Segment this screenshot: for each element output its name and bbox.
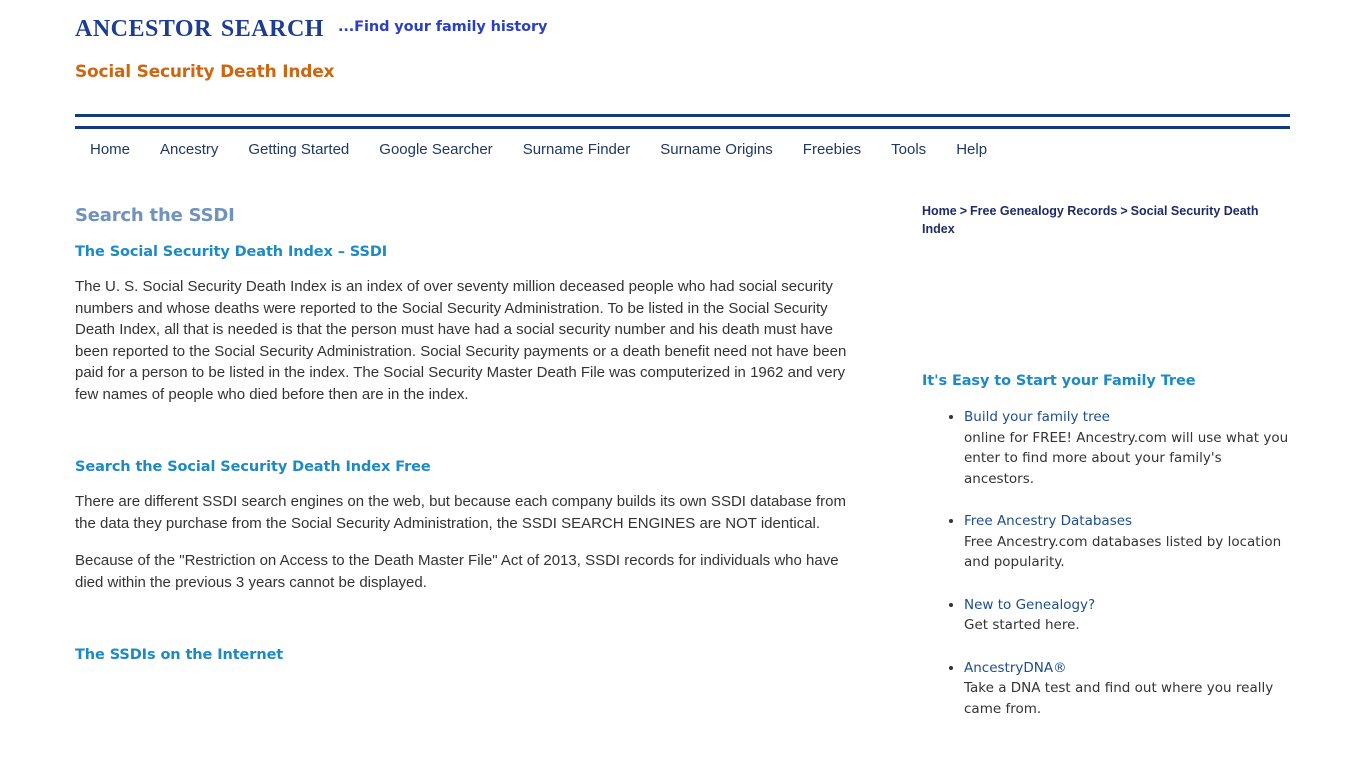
nav-item-surname-origins[interactable]: Surname Origins [645, 138, 788, 162]
promo-link-build-family-tree[interactable]: Build your family tree [964, 409, 1110, 425]
primary-nav: Home Ancestry Getting Started Google Search… [75, 138, 1290, 164]
promo-desc-ancestrydna: Take a DNA test and find out where you r… [964, 680, 1274, 717]
promo-desc-free-ancestry-databases: Free Ancestry.com databases listed by lo… [964, 533, 1282, 571]
site-logo[interactable]: Ancestor Search ...Find your family histo… [75, 6, 548, 46]
promo-link-free-ancestry-databases[interactable]: Free Ancestry Databases [964, 513, 1132, 529]
section-heading-search-free: Search the Social Security Death Index F… [75, 459, 431, 475]
main-content: Search the SSDI The Social Security Deat… [75, 205, 865, 679]
page-subtitle: Social Security Death Index [75, 62, 335, 82]
breadcrumb: Home > Free Genealogy Records > Social Secur… [922, 202, 1290, 238]
breadcrumb-item-home[interactable]: Home [922, 204, 957, 218]
header-divider-bottom [75, 126, 1290, 129]
page-root: Ancestor Search ...Find your family histo… [0, 0, 1366, 768]
section-heading-ssdis-internet: The SSDIs on the Internet [75, 647, 284, 663]
paragraph-restriction-act: Because of the "Restriction on Access to… [75, 552, 839, 591]
nav-item-getting-started[interactable]: Getting Started [233, 138, 364, 162]
right-sidebar: Home > Free Genealogy Records > Social Secur… [922, 202, 1290, 741]
list-item: New to Genealogy? Get started here. [964, 595, 1290, 636]
breadcrumb-separator-1: > [959, 204, 968, 218]
page-title: Search the SSDI [75, 205, 235, 226]
nav-item-home[interactable]: Home [75, 138, 145, 162]
nav-item-surname-finder[interactable]: Surname Finder [508, 138, 646, 162]
list-item: Free Ancestry Databases Free Ancestry.co… [964, 511, 1290, 573]
logo-tagline: ...Find your family history [337, 19, 548, 35]
list-item: AncestryDNA® Take a DNA test and find ou… [964, 658, 1290, 720]
breadcrumb-item-free-genealogy-records[interactable]: Free Genealogy Records [970, 204, 1117, 218]
section-heading-ssdi-definition: The Social Security Death Index – SSDI [75, 244, 388, 260]
logo-title: Ancestor Search [75, 7, 324, 44]
nav-item-ancestry[interactable]: Ancestry [145, 138, 233, 162]
paragraph-ssdi-definition: The U. S. Social Security Death Index is… [75, 278, 847, 403]
nav-item-google-searcher[interactable]: Google Searcher [364, 138, 507, 162]
sidebar-promo-list: Build your family tree online for FREE! … [922, 407, 1290, 719]
nav-item-freebies[interactable]: Freebies [788, 138, 876, 162]
promo-link-ancestrydna[interactable]: AncestryDNA® [964, 660, 1067, 676]
site-header: Ancestor Search ...Find your family histo… [75, 0, 1290, 108]
nav-item-help[interactable]: Help [941, 138, 1002, 162]
breadcrumb-separator-2: > [1120, 204, 1128, 218]
paragraph-search-engines: There are different SSDI search engines … [75, 493, 846, 532]
promo-desc-build-family-tree: online for FREE! Ancestry.com will use w… [964, 429, 1289, 487]
header-divider-top [75, 114, 1290, 117]
promo-desc-new-to-genealogy: Get started here. [964, 617, 1080, 633]
nav-item-tools[interactable]: Tools [876, 138, 941, 162]
list-item: Build your family tree online for FREE! … [964, 407, 1290, 489]
sidebar-promo-heading: It's Easy to Start your Family Tree [922, 373, 1196, 389]
promo-link-new-to-genealogy[interactable]: New to Genealogy? [964, 597, 1095, 613]
